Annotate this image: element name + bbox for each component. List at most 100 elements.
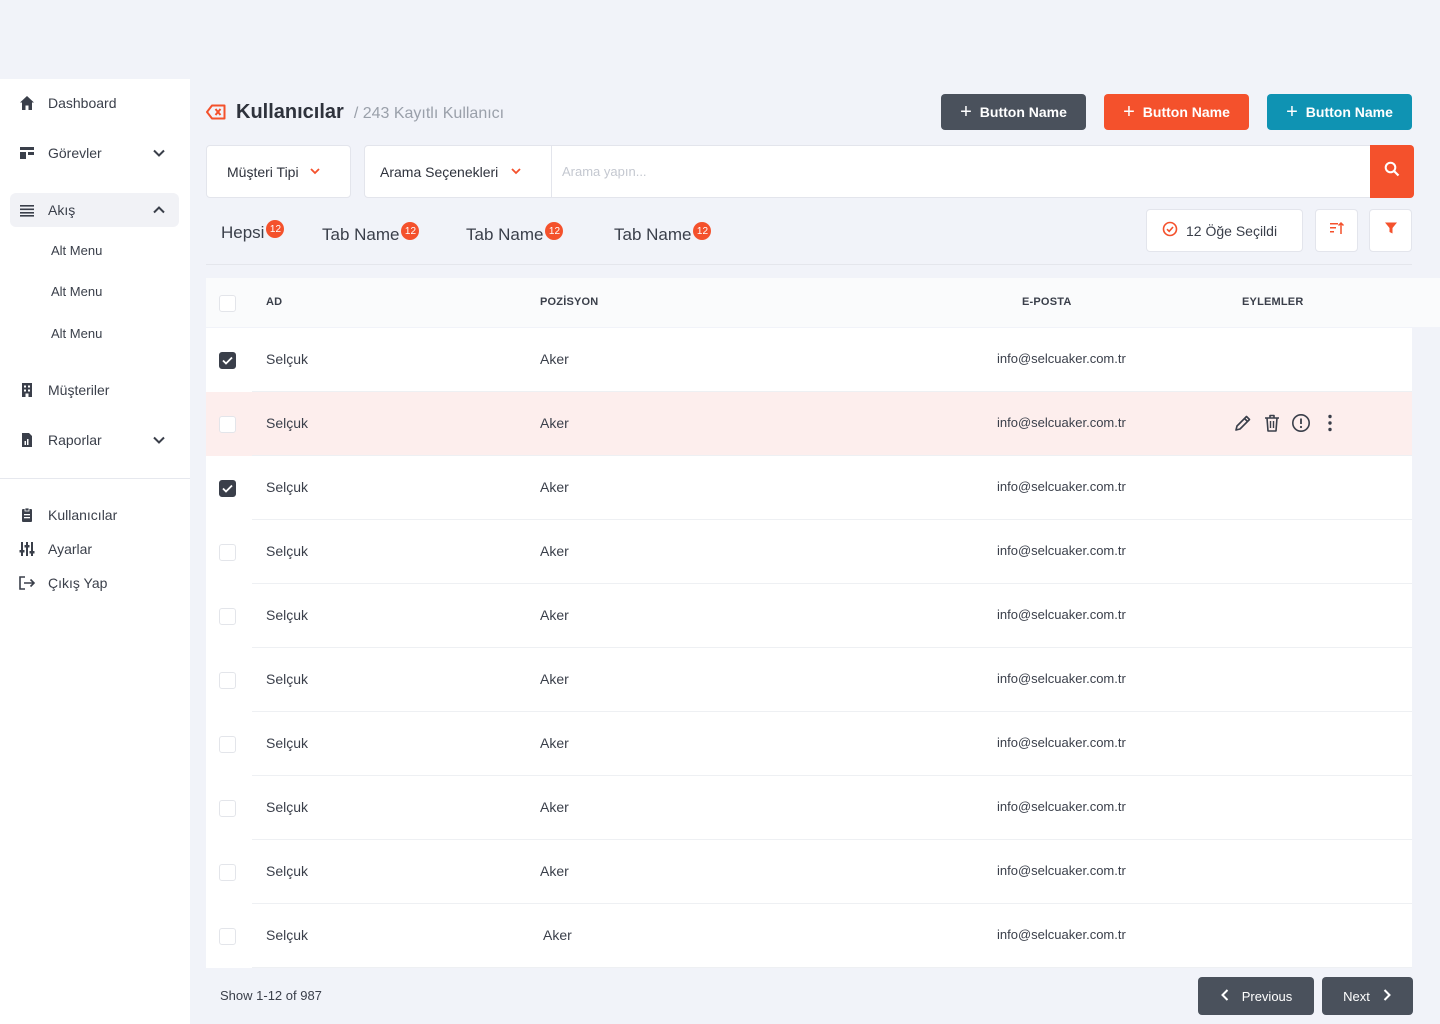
- sort-button[interactable]: [1315, 209, 1358, 252]
- sidebar-item-dashboard[interactable]: Dashboard: [10, 86, 179, 120]
- tab-all[interactable]: Hepsi 12: [221, 220, 285, 243]
- cell-position: Aker: [540, 351, 569, 367]
- cell-email: info@selcuaker.com.tr: [997, 863, 1126, 878]
- chevron-up-icon[interactable]: [151, 202, 167, 218]
- cell-position: Aker: [543, 927, 572, 943]
- cell-email: info@selcuaker.com.tr: [997, 671, 1126, 686]
- selected-count-button[interactable]: 12 Öğe Seçildi: [1146, 209, 1303, 252]
- cell-email: info@selcuaker.com.tr: [997, 479, 1126, 494]
- plus-icon: +: [1286, 101, 1298, 123]
- sidebar-item-akis[interactable]: Akış: [10, 193, 179, 227]
- checkmark-icon: [222, 484, 233, 493]
- page-header: Kullanıcılar / 243 Kayıtlı Kullanıcı: [206, 101, 504, 124]
- tab-label: Tab Name: [322, 225, 400, 244]
- filter-button[interactable]: [1369, 209, 1412, 252]
- cell-email: info@selcuaker.com.tr: [997, 735, 1126, 750]
- table-row[interactable]: Selçuk Aker info@selcuaker.com.tr: [206, 712, 1412, 776]
- cell-position: Aker: [540, 607, 569, 623]
- table-row[interactable]: Selçuk Aker info@selcuaker.com.tr: [206, 840, 1412, 904]
- sidebar-item-label: Raporlar: [48, 432, 102, 448]
- tab-3[interactable]: Tab Name 12: [614, 222, 712, 245]
- sidebar-item-musteriler[interactable]: Müşteriler: [10, 373, 179, 407]
- filter-icon: [1384, 221, 1398, 240]
- cell-position: Aker: [540, 543, 569, 559]
- row-checkbox[interactable]: [219, 608, 236, 625]
- action-button-dark[interactable]: + Button Name: [941, 94, 1086, 130]
- sidebar-item-label: Akış: [48, 202, 76, 218]
- column-header-name[interactable]: AD: [266, 296, 282, 308]
- column-header-email[interactable]: E-POSTA: [1022, 296, 1071, 308]
- table-row[interactable]: Selçuk Aker info@selcuaker.com.tr: [206, 328, 1412, 392]
- tab-2[interactable]: Tab Name 12: [466, 222, 564, 245]
- select-all-checkbox[interactable]: [219, 295, 236, 312]
- row-checkbox[interactable]: [219, 544, 236, 561]
- backspace-icon[interactable]: [206, 104, 226, 120]
- submenu-item[interactable]: Alt Menu: [51, 326, 102, 341]
- home-icon: [18, 94, 36, 112]
- previous-label: Previous: [1241, 988, 1293, 1004]
- row-checkbox[interactable]: [219, 416, 236, 433]
- info-icon[interactable]: [1290, 412, 1311, 433]
- table-row[interactable]: Selçuk Aker info@selcuaker.com.tr: [206, 648, 1412, 712]
- dropdown-label: Müşteri Tipi: [227, 163, 299, 180]
- pagination-summary: Show 1-12 of 987: [220, 988, 322, 1003]
- sidebar-item-kullanicilar[interactable]: Kullanıcılar: [10, 498, 179, 532]
- edit-icon[interactable]: [1232, 412, 1253, 433]
- row-checkbox[interactable]: [219, 800, 236, 817]
- tabs-divider: [206, 264, 1412, 265]
- cell-email: info@selcuaker.com.tr: [997, 415, 1126, 430]
- table-row[interactable]: Selçuk Aker info@selcuaker.com.tr: [206, 392, 1412, 456]
- table-row[interactable]: Selçuk Aker info@selcuaker.com.tr: [206, 776, 1412, 840]
- dropdown-label: Arama Seçenekleri: [380, 163, 499, 180]
- column-header-position[interactable]: POZİSYON: [540, 296, 598, 308]
- row-checkbox[interactable]: [219, 864, 236, 881]
- sidebar-item-cikis[interactable]: Çıkış Yap: [10, 566, 179, 600]
- tab-label: Tab Name: [466, 225, 544, 244]
- table-row[interactable]: Selçuk Aker info@selcuaker.com.tr: [206, 520, 1412, 584]
- search-options-dropdown[interactable]: Arama Seçenekleri: [364, 145, 552, 198]
- sidebar-item-label: Görevler: [48, 145, 102, 161]
- customer-type-dropdown[interactable]: Müşteri Tipi: [206, 145, 351, 198]
- cell-name: Selçuk: [266, 607, 309, 623]
- row-checkbox[interactable]: [219, 672, 236, 689]
- row-checkbox[interactable]: [219, 736, 236, 753]
- submenu-item[interactable]: Alt Menu: [51, 284, 102, 299]
- row-checkbox[interactable]: [219, 480, 236, 497]
- cell-email: info@selcuaker.com.tr: [997, 607, 1126, 622]
- tab-label: Hepsi: [221, 223, 265, 242]
- row-checkbox[interactable]: [219, 352, 236, 369]
- action-button-teal[interactable]: + Button Name: [1267, 94, 1412, 130]
- plus-icon: +: [1123, 101, 1135, 123]
- previous-button[interactable]: Previous: [1198, 977, 1314, 1015]
- tab-1[interactable]: Tab Name 12: [322, 222, 420, 245]
- sidebar-item-raporlar[interactable]: Raporlar: [10, 423, 179, 457]
- table-row[interactable]: Selçuk Aker info@selcuaker.com.tr: [206, 904, 1412, 968]
- sidebar-divider: [0, 478, 190, 479]
- search-input[interactable]: [552, 146, 1370, 197]
- tasks-icon: [18, 144, 36, 162]
- table-row[interactable]: Selçuk Aker info@selcuaker.com.tr: [206, 456, 1412, 520]
- more-vertical-icon[interactable]: [1319, 412, 1340, 433]
- selected-count-label: 12 Öğe Seçildi: [1186, 222, 1278, 239]
- sliders-icon: [18, 540, 36, 558]
- count-badge: 12: [401, 222, 420, 240]
- search-button[interactable]: [1370, 145, 1414, 198]
- report-icon: [18, 431, 36, 449]
- sidebar-item-ayarlar[interactable]: Ayarlar: [10, 532, 179, 566]
- action-button-orange[interactable]: + Button Name: [1104, 94, 1249, 130]
- submenu-item[interactable]: Alt Menu: [51, 243, 102, 258]
- search-bar: [551, 145, 1414, 198]
- next-button[interactable]: Next: [1322, 977, 1413, 1015]
- building-icon: [18, 381, 36, 399]
- sidebar-item-label: Ayarlar: [48, 541, 93, 557]
- chevron-down-icon[interactable]: [151, 145, 167, 161]
- sidebar-item-gorevler[interactable]: Görevler: [10, 136, 179, 170]
- chevron-down-icon[interactable]: [151, 432, 167, 448]
- trash-icon[interactable]: [1261, 412, 1282, 433]
- cell-position: Aker: [540, 799, 569, 815]
- check-circle-icon: [1162, 221, 1178, 240]
- table-row[interactable]: Selçuk Aker info@selcuaker.com.tr: [206, 584, 1412, 648]
- row-checkbox[interactable]: [219, 928, 236, 945]
- cell-email: info@selcuaker.com.tr: [997, 543, 1126, 558]
- row-actions: [1232, 412, 1340, 433]
